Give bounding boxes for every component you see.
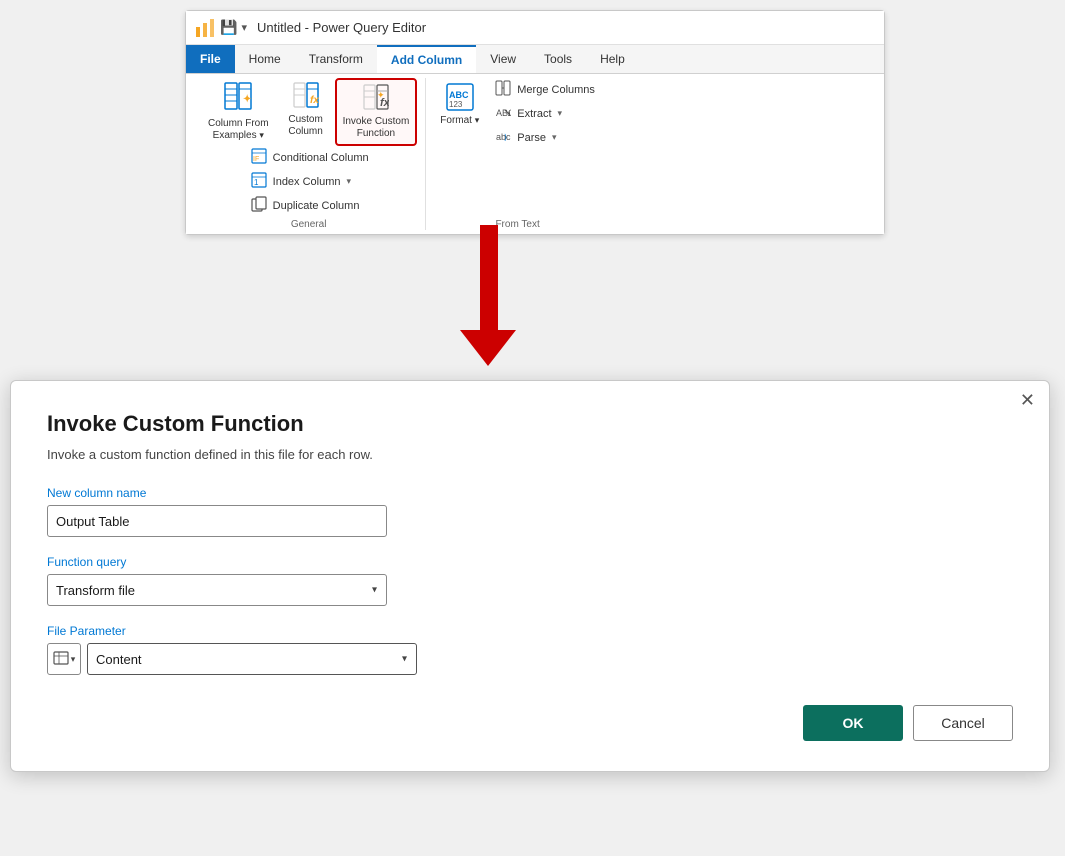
dialog-close-button[interactable]: ✕ — [1020, 391, 1035, 409]
ribbon-group-general: ✦ Column FromExamples ▾ f — [192, 78, 426, 230]
index-column-icon: 1 — [251, 172, 267, 191]
ribbon-wrapper: 💾 ▾ Untitled - Power Query Editor File H… — [185, 10, 885, 235]
extract-icon: ABC — [495, 104, 511, 123]
arrow-head — [460, 330, 516, 366]
table-icon — [53, 651, 69, 668]
format-button[interactable]: ABC 123 Format ▾ — [434, 78, 485, 130]
svg-text:1: 1 — [254, 178, 259, 187]
new-column-name-input[interactable] — [47, 505, 387, 537]
invoke-custom-function-icon: ✦ fx — [363, 84, 389, 114]
file-parameter-row: ▾ Content ▾ — [47, 643, 1013, 675]
powerbi-icon — [194, 17, 216, 39]
general-group-items: ✦ Column FromExamples ▾ f — [200, 78, 417, 146]
ok-button[interactable]: OK — [803, 705, 903, 741]
file-parameter-label: File Parameter — [47, 624, 1013, 638]
merge-columns-label: Merge Columns — [517, 84, 595, 96]
dialog-subtitle: Invoke a custom function defined in this… — [47, 447, 1013, 462]
svg-text:IF: IF — [253, 156, 259, 163]
merge-columns-button[interactable]: Merge Columns — [489, 78, 601, 101]
tab-add-column[interactable]: Add Column — [377, 45, 476, 73]
type-button-chevron-icon: ▾ — [71, 654, 76, 665]
arrow-shaft — [480, 225, 498, 335]
function-query-field: Function query Transform file ▾ — [47, 555, 1013, 606]
custom-column-button[interactable]: fx CustomColumn — [281, 78, 331, 142]
extract-chevron: ▾ — [558, 108, 563, 119]
tab-file[interactable]: File — [186, 45, 235, 73]
column-from-examples-button[interactable]: ✦ Column FromExamples ▾ — [200, 78, 277, 146]
new-column-name-label: New column name — [47, 486, 1013, 500]
tab-help[interactable]: Help — [586, 45, 639, 73]
file-parameter-type-button[interactable]: ▾ — [47, 643, 81, 675]
extract-button[interactable]: ABC Extract ▾ — [489, 102, 601, 125]
conditional-column-label: Conditional Column — [273, 152, 369, 164]
svg-text:ABC: ABC — [449, 90, 469, 100]
file-parameter-content-wrapper: Content ▾ — [87, 643, 417, 675]
function-query-label: Function query — [47, 555, 1013, 569]
save-icon[interactable]: 💾 — [220, 19, 237, 36]
from-text-group-items: ABC 123 Format ▾ — [434, 78, 601, 217]
extract-label: Extract — [517, 108, 551, 120]
dialog-title: Invoke Custom Function — [47, 411, 1013, 437]
general-small-buttons: IF Conditional Column 1 Index Column — [245, 146, 375, 217]
format-icon: ABC 123 — [445, 82, 475, 115]
duplicate-column-button[interactable]: Duplicate Column — [245, 194, 375, 217]
parse-chevron: ▾ — [552, 132, 557, 143]
tab-tools[interactable]: Tools — [530, 45, 586, 73]
dialog-footer: OK Cancel — [47, 705, 1013, 741]
window-title: Untitled - Power Query Editor — [257, 20, 426, 35]
svg-text:fx: fx — [380, 97, 389, 109]
tab-home[interactable]: Home — [235, 45, 295, 73]
invoke-custom-function-button[interactable]: ✦ fx Invoke CustomFunction — [335, 78, 418, 146]
general-group-label: General — [291, 217, 327, 230]
title-bar-icons: 💾 ▾ — [194, 17, 247, 39]
tab-view[interactable]: View — [476, 45, 530, 73]
parse-button[interactable]: abc ⟩ Parse ▾ — [489, 126, 601, 149]
ribbon-content: ✦ Column FromExamples ▾ f — [186, 74, 884, 234]
new-column-name-field: New column name — [47, 486, 1013, 537]
cancel-button[interactable]: Cancel — [913, 705, 1013, 741]
svg-text:✦: ✦ — [243, 94, 251, 105]
tab-transform[interactable]: Transform — [295, 45, 377, 73]
from-text-group-label: From Text — [495, 217, 539, 230]
ribbon-group-from-text: ABC 123 Format ▾ — [426, 78, 609, 230]
svg-text:fx: fx — [310, 95, 319, 106]
parse-icon: abc ⟩ — [495, 128, 511, 147]
merge-columns-icon — [495, 80, 511, 99]
index-column-button[interactable]: 1 Index Column ▾ — [245, 170, 375, 193]
column-from-examples-icon: ✦ — [224, 82, 252, 116]
svg-text:123: 123 — [449, 100, 463, 109]
undo-dropdown-icon[interactable]: ▾ — [241, 21, 247, 34]
function-query-select-wrapper: Transform file ▾ — [47, 574, 387, 606]
format-label: Format ▾ — [440, 115, 479, 126]
file-parameter-content-select[interactable]: Content — [87, 643, 417, 675]
duplicate-column-label: Duplicate Column — [273, 200, 360, 212]
invoke-custom-function-label: Invoke CustomFunction — [343, 116, 410, 140]
ribbon-tabs: File Home Transform Add Column View Tool… — [186, 45, 884, 74]
title-bar: 💾 ▾ Untitled - Power Query Editor — [186, 11, 884, 45]
duplicate-column-icon — [251, 196, 267, 215]
index-column-label: Index Column — [273, 176, 341, 188]
custom-column-label: CustomColumn — [288, 114, 322, 138]
parse-label: Parse — [517, 132, 546, 144]
column-from-examples-label: Column FromExamples ▾ — [208, 118, 269, 142]
function-query-select[interactable]: Transform file — [47, 574, 387, 606]
file-parameter-field: File Parameter ▾ Content ▾ — [47, 624, 1013, 675]
index-column-chevron: ▾ — [347, 176, 352, 187]
custom-column-icon: fx — [293, 82, 319, 112]
from-text-small-buttons: Merge Columns ABC Extract ▾ — [489, 78, 601, 149]
conditional-column-button[interactable]: IF Conditional Column — [245, 146, 375, 169]
conditional-column-icon: IF — [251, 148, 267, 167]
svg-text:⟩: ⟩ — [504, 133, 507, 142]
invoke-custom-function-dialog: ✕ Invoke Custom Function Invoke a custom… — [10, 380, 1050, 772]
